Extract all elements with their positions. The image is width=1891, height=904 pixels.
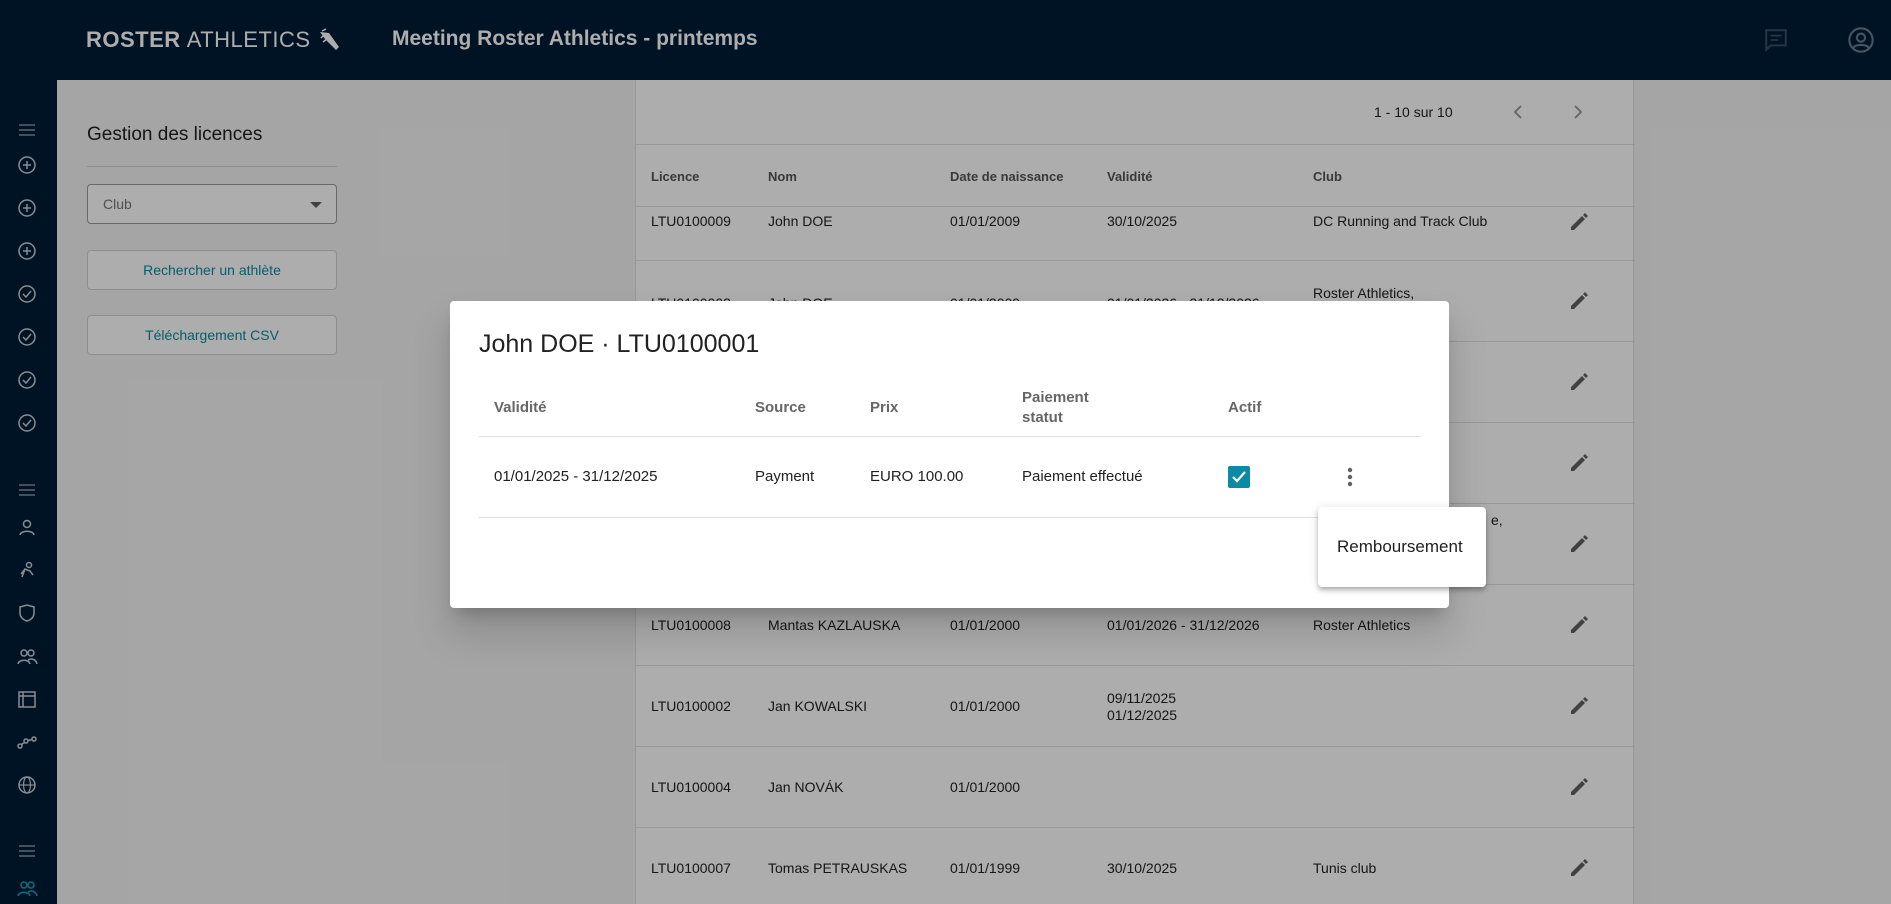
license-history-row: 01/01/2025 - 31/12/2025 Payment EURO 100… — [479, 437, 1421, 518]
menu-item-remboursement[interactable]: Remboursement — [1318, 523, 1486, 571]
actif-checkbox[interactable] — [1228, 466, 1250, 488]
source-cell: Payment — [755, 468, 815, 485]
dialog-table-header: Validité Source Prix Paiement statut Act… — [479, 381, 1421, 437]
column-header-paiement-statut: Paiement statut — [1022, 389, 1089, 426]
dialog-title: John DOE · LTU0100001 — [479, 330, 760, 358]
more-vert-icon — [1347, 467, 1353, 487]
more-options-button[interactable] — [1336, 463, 1364, 491]
column-header-source: Source — [755, 399, 806, 416]
paiement-statut-cell: Paiement effectué — [1022, 468, 1143, 485]
validite-cell: 01/01/2025 - 31/12/2025 — [494, 468, 658, 485]
column-header-validite: Validité — [494, 399, 547, 416]
column-header-actif: Actif — [1228, 399, 1262, 416]
license-history-dialog: John DOE · LTU0100001 Validité Source Pr… — [450, 301, 1449, 608]
prix-cell: EURO 100.00 — [870, 468, 964, 485]
row-actions-menu: Remboursement — [1318, 507, 1486, 587]
check-icon — [1232, 471, 1246, 483]
column-header-prix: Prix — [870, 399, 899, 416]
